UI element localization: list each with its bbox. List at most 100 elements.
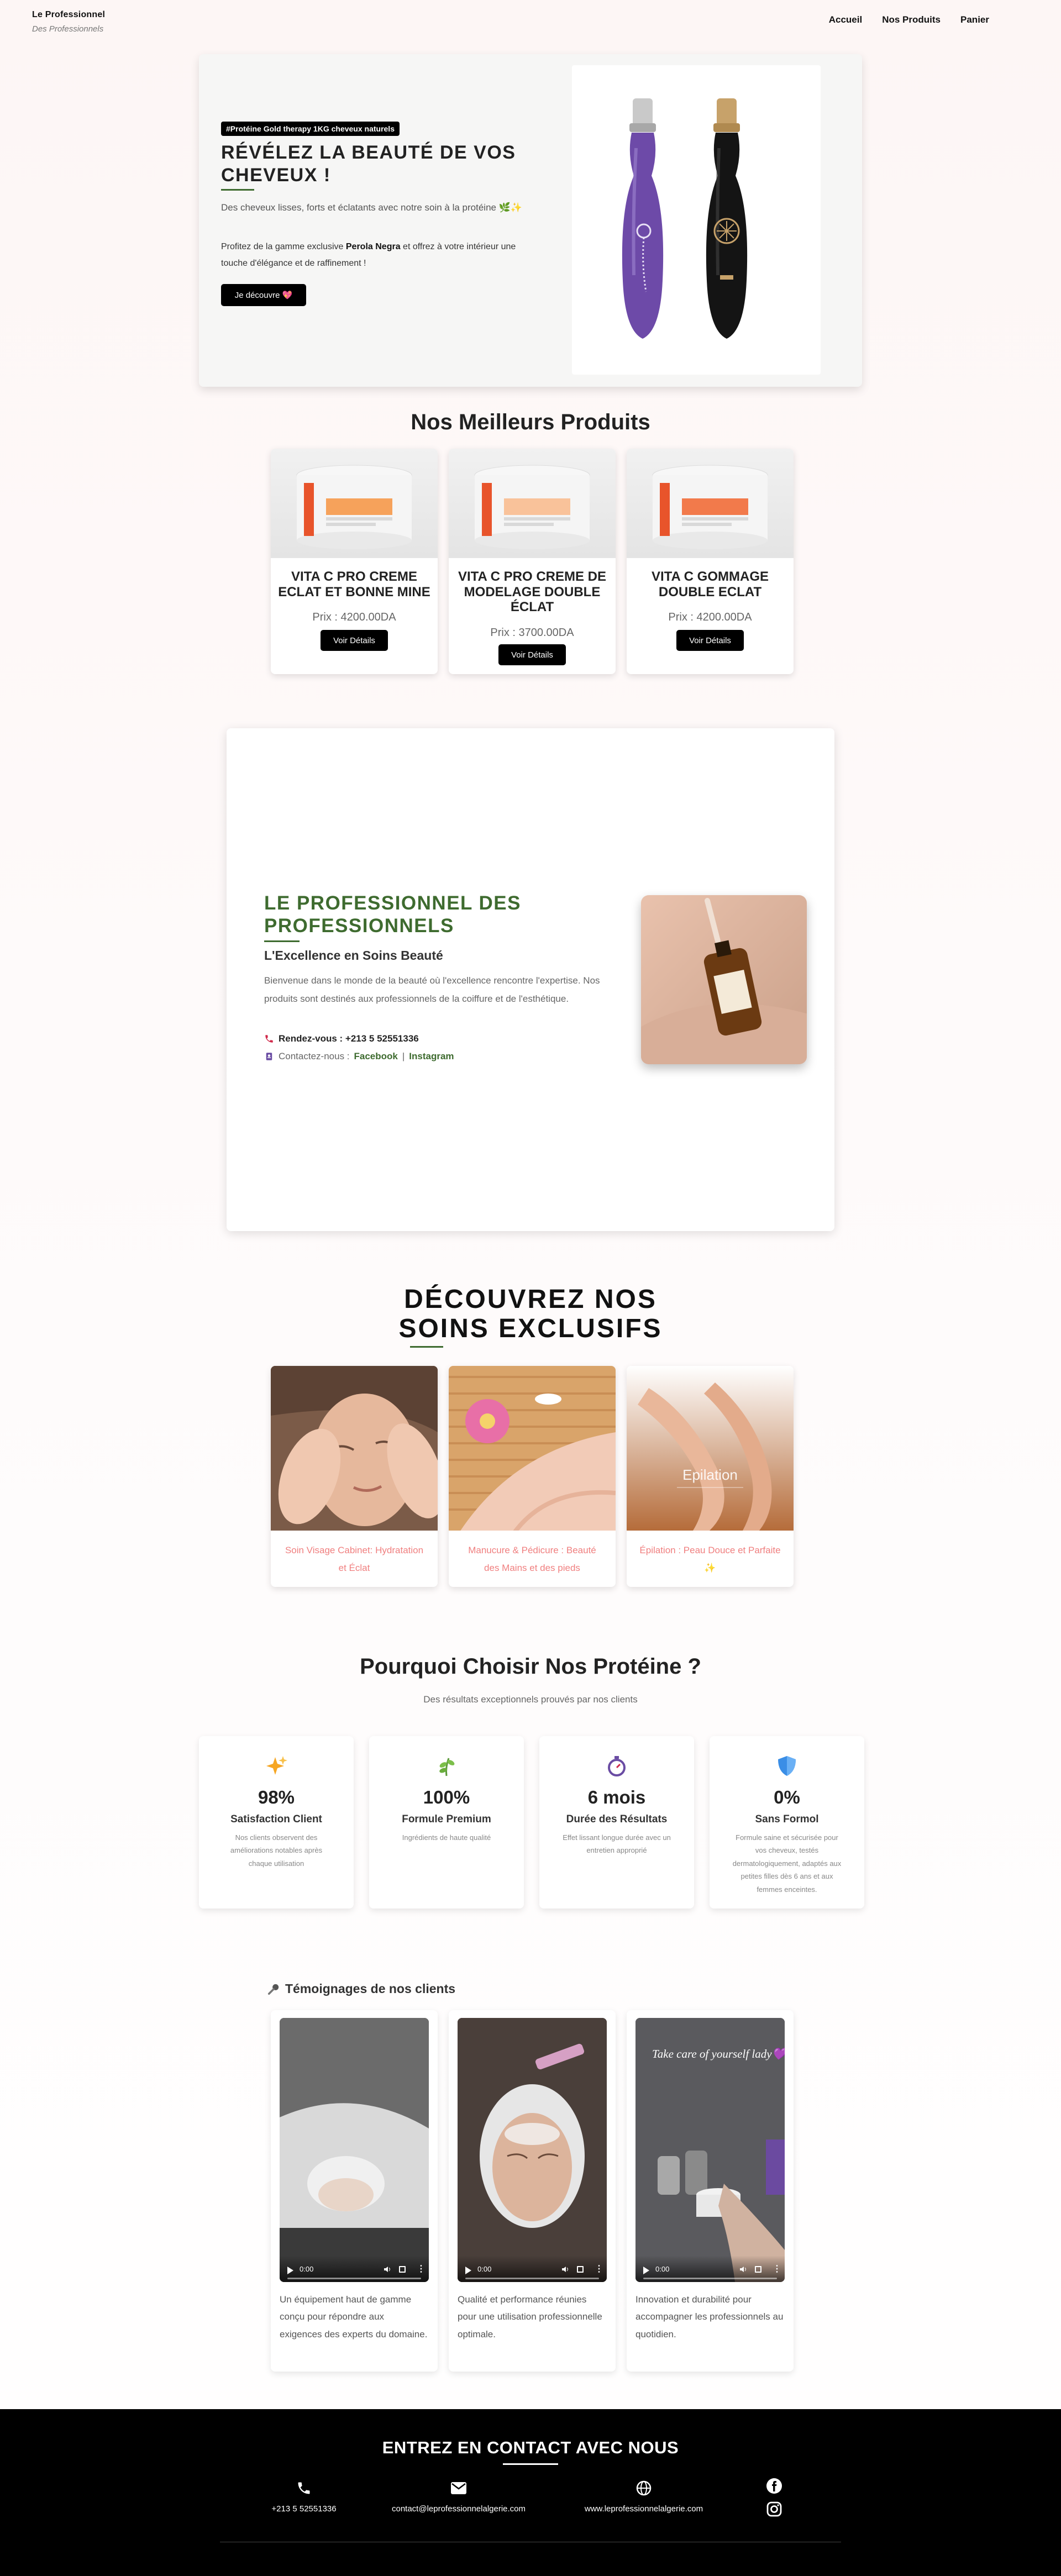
product-card[interactable]: VITA C GOMMAGE DOUBLE ECLAT Prix : 4200.… — [627, 449, 794, 674]
testimonial-video[interactable]: 0:00 ⋮ — [458, 2018, 607, 2282]
about-phone[interactable]: Rendez-vous : +213 5 52551336 — [264, 1033, 419, 1044]
services-title-line2: SOINS EXCLUSIFS — [398, 1313, 663, 1343]
volume-icon[interactable] — [561, 2265, 569, 2273]
epilation-photo: Epilation — [627, 1366, 794, 1531]
testimonials-list: 0:00 ⋮ Un équipement haut de gamme conçu… — [271, 2010, 794, 2372]
product-price: Prix : 4200.00DA — [312, 611, 396, 623]
contact-book-icon — [266, 1053, 272, 1060]
fullscreen-icon[interactable] — [755, 2266, 761, 2273]
stat-value: 98% — [258, 1787, 295, 1807]
main-nav: Accueil Nos Produits Panier — [829, 14, 989, 25]
service-image: Epilation — [627, 1366, 794, 1531]
more-options-icon[interactable]: ⋮ — [773, 2265, 781, 2274]
stat-label: Durée des Résultats — [566, 1813, 668, 1825]
hero-title: RÉVÉLEZ LA BEAUTÉ DE VOS CHEVEUX ! — [221, 142, 516, 186]
more-options-icon[interactable]: ⋮ — [595, 2265, 603, 2274]
hero-promo-before: Profitez de la gamme exclusive — [221, 242, 346, 251]
footer-website-text: www.leprofessionnelalgerie.com — [584, 2504, 703, 2514]
nav-panier[interactable]: Panier — [960, 14, 989, 25]
testimonial-video[interactable]: 0:00 ⋮ — [280, 2018, 429, 2282]
stat-description: Nos clients observent des améliorations … — [230, 1833, 323, 1868]
facebook-icon[interactable] — [766, 2478, 782, 2494]
video-time: 0:00 — [655, 2265, 670, 2273]
globe-icon — [575, 2479, 713, 2498]
view-details-button[interactable]: Voir Détails — [498, 644, 566, 665]
phone-icon — [260, 2479, 348, 2498]
why-subtitle: Des résultats exceptionnels prouvés par … — [423, 1694, 638, 1705]
testimonial-text: Qualité et performance réunies pour une … — [458, 2294, 602, 2340]
volume-icon[interactable] — [384, 2265, 391, 2273]
about-phone-text: Rendez-vous : +213 5 52551336 — [279, 1033, 419, 1044]
nav-nos-produits[interactable]: Nos Produits — [882, 14, 941, 25]
instagram-link[interactable]: Instagram — [409, 1051, 454, 1062]
why-title: Pourquoi Choisir Nos Protéine ? — [360, 1654, 701, 1679]
play-icon[interactable] — [465, 2267, 471, 2274]
volume-icon[interactable] — [739, 2265, 747, 2273]
view-details-button[interactable]: Voir Détails — [676, 630, 744, 651]
service-card[interactable]: Epilation Épilation : Peau Douce et Parf… — [627, 1366, 794, 1587]
video-progress-bar[interactable] — [287, 2278, 421, 2279]
facial-care-photo — [271, 1366, 438, 1531]
fullscreen-icon[interactable] — [577, 2266, 584, 2273]
more-options-icon[interactable]: ⋮ — [417, 2265, 426, 2274]
footer-email[interactable]: contact@leprofessionnelalgerie.com — [387, 2479, 530, 2514]
product-name: VITA C GOMMAGE DOUBLE ECLAT — [652, 569, 769, 600]
footer-website[interactable]: www.leprofessionnelalgerie.com — [575, 2479, 713, 2514]
services-title-line1: DÉCOUVREZ NOS — [404, 1285, 657, 1314]
product-image — [271, 449, 438, 558]
product-price: Prix : 3700.00DA — [490, 627, 574, 639]
hero-promo-brand: Perola Negra — [345, 242, 401, 251]
footer: ENTREZ EN CONTACT AVEC NOUS +213 5 52551… — [0, 2409, 1061, 2576]
video-thumbnail — [458, 2018, 607, 2282]
discover-button[interactable]: Je découvre 💖 — [221, 284, 306, 306]
footer-divider — [503, 2463, 558, 2465]
play-icon[interactable] — [287, 2267, 293, 2274]
testimonials-title-text: Témoignages de nos clients — [285, 1981, 456, 1996]
services-divider — [410, 1346, 443, 1348]
brand[interactable]: Le Professionnel Des Professionnels — [32, 10, 105, 34]
brand-name: Le Professionnel — [32, 10, 106, 19]
footer-social — [766, 2478, 782, 2517]
service-card[interactable]: Manucure & Pédicure : Beauté des Mains e… — [449, 1366, 616, 1587]
video-time: 0:00 — [477, 2265, 492, 2273]
product-image — [449, 449, 616, 558]
service-label: Manucure & Pédicure : Beauté des Mains e… — [468, 1545, 596, 1574]
hero-section: #Protéine Gold therapy 1KG cheveux natur… — [199, 54, 862, 387]
hero-product-image — [572, 65, 821, 375]
play-icon[interactable] — [643, 2267, 649, 2274]
hero-badge: #Protéine Gold therapy 1KG cheveux natur… — [221, 122, 400, 136]
testimonial-video[interactable]: Take care of yourself lady💜 0:00 ⋮ — [635, 2018, 785, 2282]
services-title: DÉCOUVREZ NOS SOINS EXCLUSIFS — [0, 1285, 1061, 1344]
video-progress-bar[interactable] — [643, 2278, 777, 2279]
products-list: VITA C PRO CREME ECLAT ET BONNE MINE Pri… — [271, 449, 794, 674]
product-card[interactable]: VITA C PRO CREME ECLAT ET BONNE MINE Pri… — [271, 449, 438, 674]
about-title: LE PROFESSIONNEL DES PROFESSIONNELS — [264, 892, 521, 937]
contact-separator: | — [402, 1051, 405, 1061]
product-image — [627, 449, 794, 558]
stat-value: 0% — [774, 1787, 800, 1807]
stopwatch-icon — [539, 1755, 694, 1777]
manicure-photo — [449, 1366, 616, 1533]
testimonial-card: 0:00 ⋮ Un équipement haut de gamme conçu… — [271, 2010, 438, 2372]
herb-icon — [369, 1755, 524, 1777]
services-list: Soin Visage Cabinet: Hydratation et Écla… — [271, 1366, 794, 1587]
hair-bottles-image — [622, 98, 748, 339]
service-image — [271, 1366, 438, 1531]
cream-jar-image — [474, 465, 590, 549]
footer-phone[interactable]: +213 5 52551336 — [260, 2479, 348, 2514]
about-image — [641, 895, 807, 1064]
sparkles-icon — [199, 1755, 354, 1777]
fullscreen-icon[interactable] — [399, 2266, 406, 2273]
video-controls: 0:00 ⋮ — [280, 2256, 429, 2282]
view-details-button[interactable]: Voir Détails — [321, 630, 388, 651]
service-card[interactable]: Soin Visage Cabinet: Hydratation et Écla… — [271, 1366, 438, 1587]
nav-accueil[interactable]: Accueil — [829, 14, 862, 25]
cream-jar-image — [296, 465, 412, 549]
product-card[interactable]: VITA C PRO CREME DE MODELAGE DOUBLE ÉCLA… — [449, 449, 616, 674]
stat-value: 6 mois — [587, 1787, 646, 1807]
footer-title: ENTREZ EN CONTACT AVEC NOUS — [382, 2438, 679, 2457]
video-time: 0:00 — [300, 2265, 314, 2273]
instagram-icon[interactable] — [766, 2501, 782, 2517]
video-progress-bar[interactable] — [465, 2278, 599, 2279]
facebook-link[interactable]: Facebook — [354, 1051, 398, 1062]
